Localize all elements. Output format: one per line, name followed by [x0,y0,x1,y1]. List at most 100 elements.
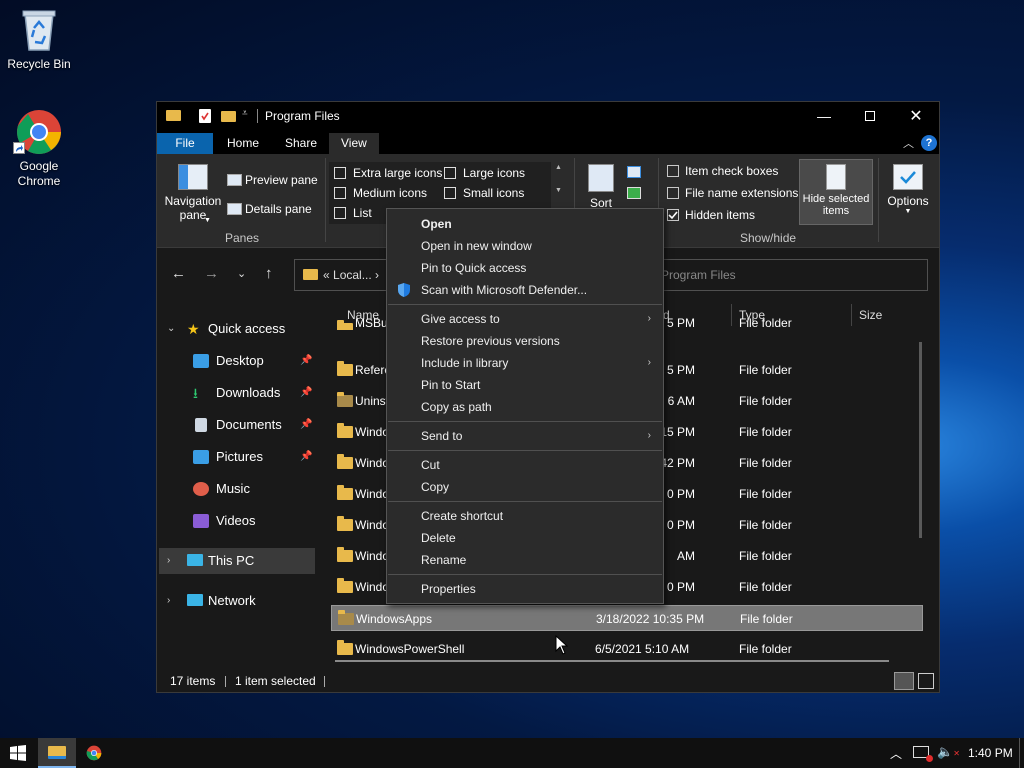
menu-item-open-new-window[interactable]: Open in new window [387,235,663,257]
file-date: 6/5/2021 5:10 AM [595,642,690,656]
volume-muted-icon[interactable]: 🔈✕ [937,744,960,760]
sidebar-item-pictures[interactable]: Pictures 📌 [157,444,313,470]
layout-scroll-up-icon[interactable]: ▲ [555,164,562,171]
sidebar-label: Desktop [216,353,264,368]
folder-icon [337,361,353,376]
panes-group-label: Panes [225,231,260,245]
navigation-pane: ⌄ ★ Quick access Desktop 📌 ⭳ Downloads 📌 Do… [157,302,317,672]
add-columns-icon[interactable] [627,187,641,199]
tab-view[interactable]: View [329,133,379,154]
layout-small-icons[interactable]: Small icons [444,186,524,200]
options-button[interactable]: Options ▼ [883,164,933,215]
menu-item-include-library[interactable]: Include in library › [387,352,663,374]
qat-dropdown-icon[interactable]: ⩡ [242,108,248,119]
menu-item-copy-as-path[interactable]: Copy as path [387,396,663,418]
properties-qat-icon[interactable] [199,109,211,123]
menu-item-pin-start[interactable]: Pin to Start [387,374,663,396]
menu-item-open[interactable]: Open [387,213,663,235]
show-hidden-icons-icon[interactable]: ︿ [890,745,902,762]
file-date: 3/18/2022 10:35 PM [596,612,705,626]
breadcrumb[interactable]: « Local... › [323,268,379,282]
sidebar-item-videos[interactable]: Videos [157,508,313,534]
show-desktop-button[interactable] [1019,738,1024,768]
table-row[interactable]: WindowsPowerShell 6/5/2021 5:10 AM File fo… [331,636,923,662]
breadcrumb-local[interactable]: Local... [333,268,372,282]
menu-label: Copy as path [421,400,492,414]
sort-by-button[interactable]: Sort [585,164,617,210]
checkbox-checked[interactable] [667,209,679,221]
desktop-icon [193,354,209,368]
layout-scroll-down-icon[interactable]: ▼ [555,187,562,194]
collapse-ribbon-icon[interactable]: ︿ [903,135,914,151]
start-button[interactable] [0,738,36,768]
sidebar-item-desktop[interactable]: Desktop 📌 [157,348,313,374]
details-pane-label: Details pane [245,202,312,216]
item-check-boxes[interactable]: Item check boxes [667,164,778,178]
file-name-extensions[interactable]: File name extensions [667,186,798,200]
layout-icon [444,187,456,199]
back-button[interactable]: ← [171,265,186,282]
sidebar-item-documents[interactable]: Documents 📌 [157,412,313,438]
tab-home[interactable]: Home [215,133,271,154]
folder-icon [303,269,318,280]
details-view-icon[interactable] [894,672,914,690]
up-button[interactable]: ↑ [265,265,273,282]
recent-locations-icon[interactable]: ⌄ [237,267,246,280]
minimize-button[interactable]: — [801,102,847,130]
menu-item-cut[interactable]: Cut [387,454,663,476]
checkbox-unchecked[interactable] [667,187,679,199]
sidebar-item-downloads[interactable]: ⭳ Downloads 📌 [157,380,313,406]
menu-item-restore-versions[interactable]: Restore previous versions [387,330,663,352]
details-pane-button[interactable]: Details pane [227,202,312,216]
taskbar-file-explorer[interactable] [38,738,76,768]
desktop-icon-recycle-bin[interactable]: Recycle Bin [1,6,77,72]
close-button[interactable]: ✕ [893,102,939,130]
navigation-pane-label: Navigation [164,194,222,208]
hide-selected-items-button[interactable]: Hide selected items [799,159,873,225]
tab-share[interactable]: Share [273,133,329,154]
new-folder-qat-icon[interactable] [221,111,236,122]
sidebar-item-music[interactable]: Music [157,476,313,502]
sidebar-item-quick-access[interactable]: ⌄ ★ Quick access [157,316,313,342]
layout-medium-icons[interactable]: Medium icons [334,186,427,200]
menu-separator [388,501,662,502]
videos-icon [193,514,209,528]
layout-large-icons[interactable]: Large icons [444,166,525,180]
menu-item-pin-quick-access[interactable]: Pin to Quick access [387,257,663,279]
large-icons-view-icon[interactable] [918,673,934,689]
network-tray-icon[interactable] [913,746,933,762]
preview-pane-button[interactable]: Preview pane [227,173,318,187]
menu-item-rename[interactable]: Rename [387,549,663,571]
desktop-icon-google-chrome[interactable]: Google Chrome [1,108,77,189]
horizontal-scrollbar[interactable] [335,660,889,662]
menu-item-properties[interactable]: Properties [387,578,663,600]
layout-list[interactable]: List [334,206,372,220]
menu-item-send-to[interactable]: Send to › [387,425,663,447]
layout-extra-large-icons[interactable]: Extra large icons [334,166,442,180]
file-name: Uninst [355,394,390,408]
table-row[interactable]: WindowsApps 3/18/2022 10:35 PM File folder [331,605,923,631]
sidebar-item-network[interactable]: › Network [157,588,313,614]
maximize-button[interactable] [847,102,893,130]
hidden-items[interactable]: Hidden items [667,208,755,222]
menu-item-create-shortcut[interactable]: Create shortcut [387,505,663,527]
menu-item-delete[interactable]: Delete [387,527,663,549]
vertical-scrollbar[interactable] [919,342,922,538]
group-by-icon[interactable] [627,166,641,178]
forward-button[interactable]: → [204,265,219,282]
checkbox-unchecked[interactable] [667,165,679,177]
search-box[interactable]: Program Files [661,268,736,282]
tab-file[interactable]: File [157,133,213,154]
sidebar-item-this-pc[interactable]: › This PC [159,548,315,574]
menu-item-give-access[interactable]: Give access to › [387,308,663,330]
help-icon[interactable]: ? [921,135,937,151]
file-name: Windo [355,580,390,594]
clock[interactable]: 1:40 PM [968,746,1013,760]
file-type: File folder [739,363,792,377]
menu-item-copy[interactable]: Copy [387,476,663,498]
navigation-pane-button[interactable]: Navigation pane [163,164,223,222]
layout-icon [334,187,346,199]
taskbar-chrome[interactable] [76,738,112,768]
menu-label: Create shortcut [421,509,504,523]
menu-item-scan-defender[interactable]: Scan with Microsoft Defender... [387,279,663,301]
